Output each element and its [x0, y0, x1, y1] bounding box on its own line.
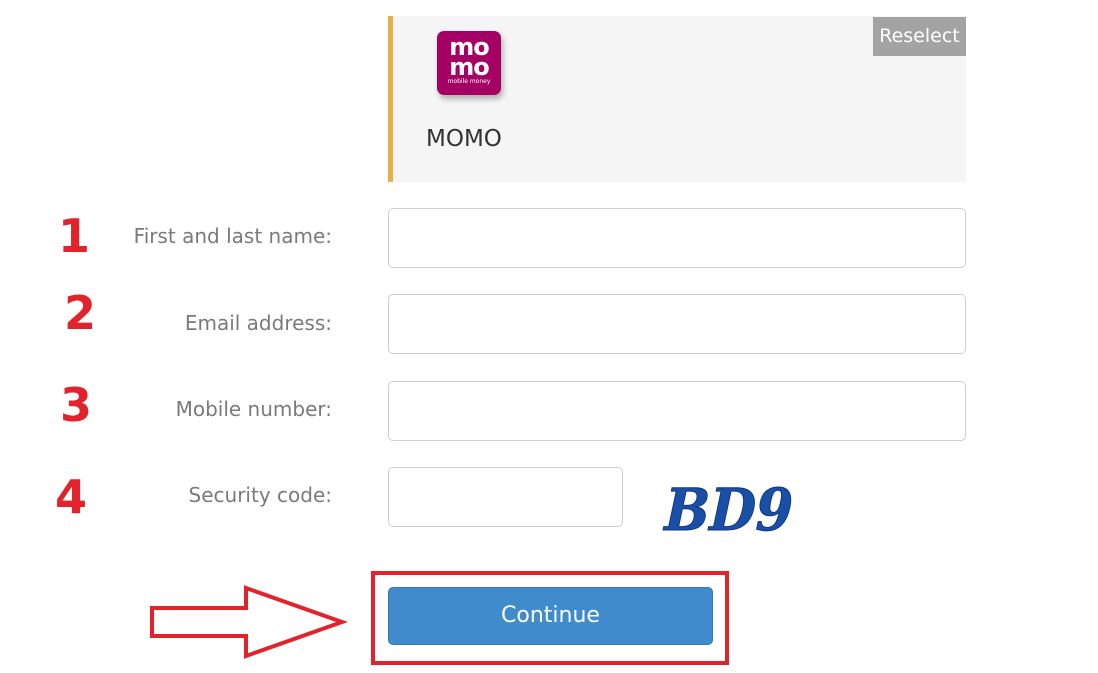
- momo-logo-subtitle: mobile money: [447, 78, 491, 85]
- name-input[interactable]: [388, 208, 966, 268]
- security-code-input[interactable]: [388, 467, 623, 527]
- mobile-input[interactable]: [388, 381, 966, 441]
- captcha-image: BD9: [658, 476, 801, 538]
- momo-logo-line2: mo: [449, 53, 490, 81]
- step-number-2: 2: [64, 286, 97, 340]
- payment-method-name: MOMO: [426, 126, 502, 152]
- reselect-button[interactable]: Reselect: [873, 17, 966, 56]
- security-code-label: Security code:: [188, 483, 332, 507]
- captcha-text: BD9: [658, 476, 800, 538]
- email-input[interactable]: [388, 294, 966, 354]
- name-field-label: First and last name:: [133, 224, 332, 248]
- continue-button[interactable]: Continue: [388, 587, 713, 645]
- step-number-4: 4: [55, 470, 88, 524]
- step-number-3: 3: [60, 378, 93, 432]
- email-field-label: Email address:: [184, 311, 332, 335]
- step-number-1: 1: [58, 209, 91, 263]
- payment-method-panel: mo mo mobile money MOMO Reselect: [388, 16, 966, 182]
- mobile-field-label: Mobile number:: [175, 397, 332, 421]
- momo-logo: mo mo mobile money: [437, 31, 501, 95]
- right-arrow-outline-icon: [150, 585, 348, 659]
